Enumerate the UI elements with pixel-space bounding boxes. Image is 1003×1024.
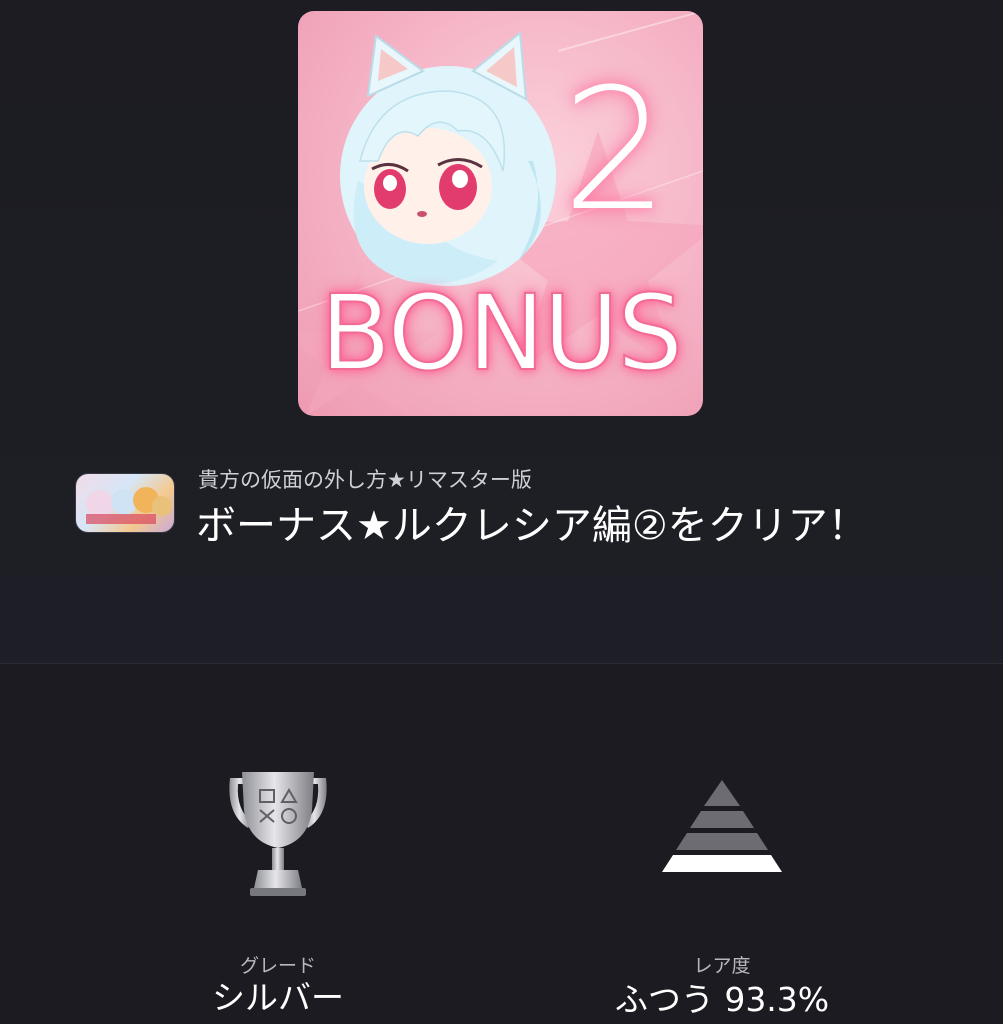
- grade-value: シルバー: [212, 978, 344, 1017]
- rarity-pyramid-icon: [654, 778, 790, 890]
- grade-label: グレード: [239, 955, 316, 977]
- game-title: 貴方の仮面の外し方★リマスター版: [198, 468, 532, 492]
- rarity-value: ふつう 93.3%: [614, 980, 830, 1019]
- game-icon[interactable]: [76, 474, 174, 532]
- rarity-label: レア度: [693, 955, 751, 977]
- trophy-name: ボーナス★ルクレシア編②をクリア！: [196, 503, 868, 549]
- trophy-art-number: 2: [562, 52, 669, 248]
- trophy-stats-section: [0, 664, 1003, 1024]
- section-divider: [0, 663, 1003, 664]
- silver-trophy-icon: [222, 770, 334, 900]
- trophy-art-bonus-text: BONUS: [319, 271, 684, 395]
